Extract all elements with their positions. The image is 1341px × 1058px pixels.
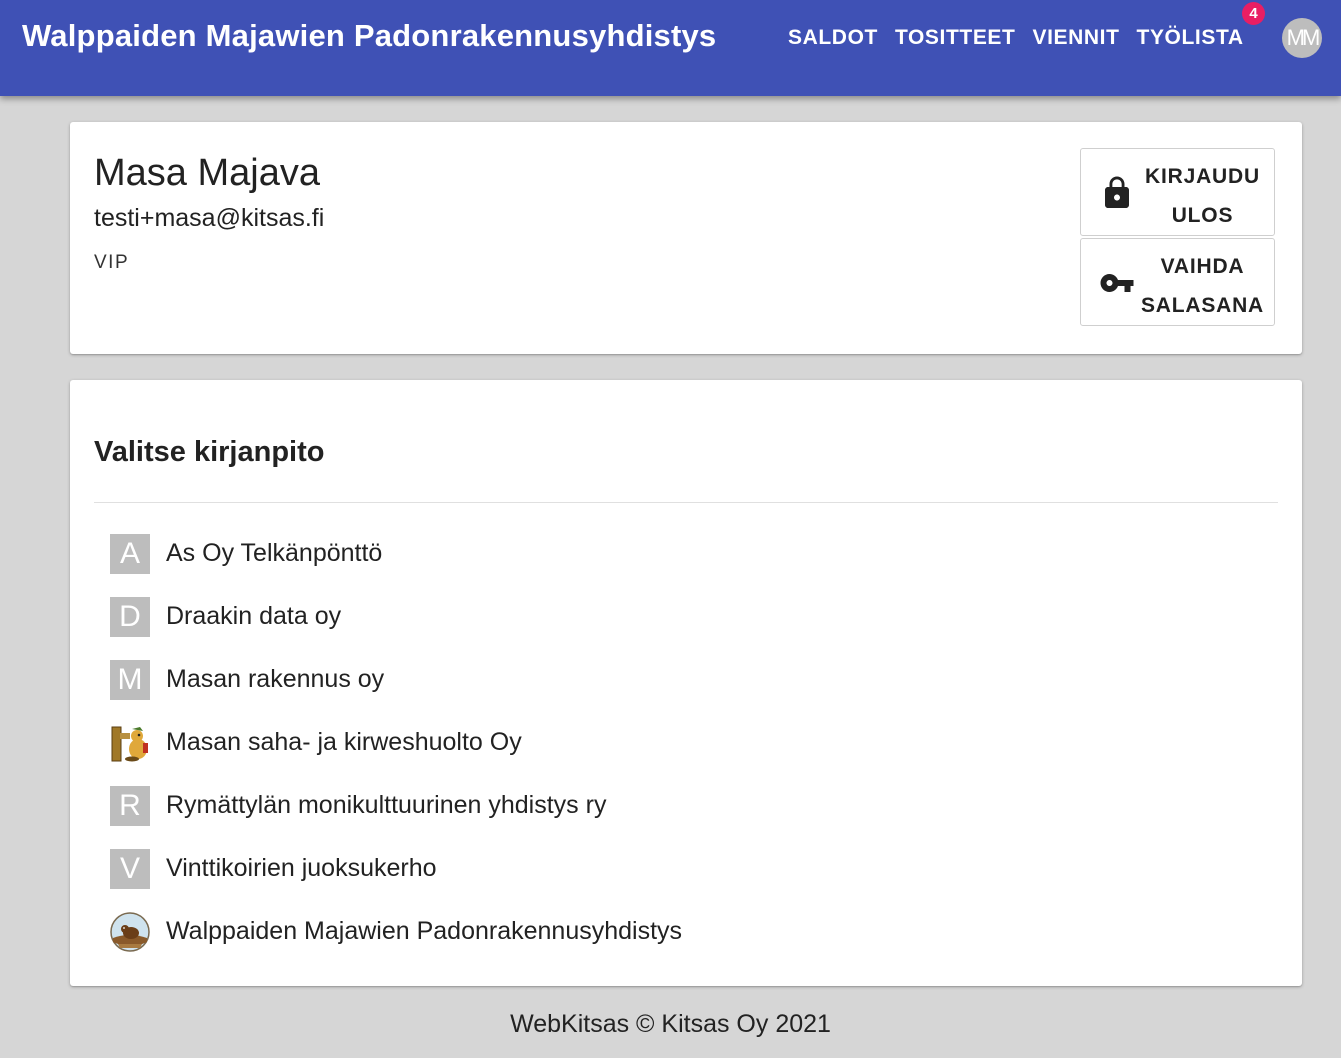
list-item-label: Draakin data oy: [166, 602, 342, 630]
lock-icon: [1105, 176, 1129, 208]
letter-avatar-icon: D: [110, 596, 150, 637]
change-password-button[interactable]: VAIHDA SALASANA: [1080, 238, 1275, 326]
round-beaver-logo-icon: [110, 911, 150, 952]
nav-tositteet[interactable]: TOSITTEET: [895, 26, 1016, 50]
list-item-label: Walppaiden Majawien Padonrakennusyhdisty…: [166, 917, 683, 945]
top-app-bar: Walppaiden Majawien Padonrakennusyhdisty…: [0, 0, 1341, 96]
nav-saldot[interactable]: SALDOT: [788, 26, 878, 50]
bookkeeping-card: Valitse kirjanpito A As Oy Telkänpönttö …: [70, 380, 1302, 986]
letter-avatar-icon: V: [110, 848, 150, 889]
list-item-label: Rymättylän monikulttuurinen yhdistys ry: [166, 791, 607, 819]
letter-avatar-icon: M: [110, 659, 150, 700]
list-item[interactable]: Masan saha- ja kirweshuolto Oy: [110, 711, 682, 774]
app-title: Walppaiden Majawien Padonrakennusyhdisty…: [22, 18, 717, 53]
user-email: testi+masa@kitsas.fi: [94, 204, 325, 232]
list-item-label: As Oy Telkänpönttö: [166, 539, 383, 567]
logout-label: KIRJAUDU ULOS: [1145, 165, 1260, 227]
list-item[interactable]: M Masan rakennus oy: [110, 648, 682, 711]
user-role: VIP: [94, 252, 130, 273]
list-item[interactable]: R Rymättylän monikulttuurinen yhdistys r…: [110, 774, 682, 837]
list-item-label: Vinttikoirien juoksukerho: [166, 854, 437, 882]
bookkeeping-title: Valitse kirjanpito: [94, 436, 325, 468]
divider: [94, 502, 1278, 503]
beaver-logo-icon: [110, 723, 150, 763]
list-item-label: Masan saha- ja kirweshuolto Oy: [166, 728, 522, 756]
key-icon: [1100, 274, 1134, 292]
list-item[interactable]: Walppaiden Majawien Padonrakennusyhdisty…: [110, 900, 682, 963]
logout-button[interactable]: KIRJAUDU ULOS: [1080, 148, 1275, 236]
nav-viennit[interactable]: VIENNIT: [1032, 26, 1119, 50]
change-password-label: VAIHDA SALASANA: [1140, 255, 1265, 317]
list-item[interactable]: D Draakin data oy: [110, 585, 682, 648]
user-name: Masa Majava: [94, 152, 320, 194]
notification-badge: 4: [1242, 2, 1265, 25]
user-card: Masa Majava testi+masa@kitsas.fi VIP KIR…: [70, 122, 1302, 354]
letter-avatar-icon: A: [110, 533, 150, 574]
list-item[interactable]: V Vinttikoirien juoksukerho: [110, 837, 682, 900]
letter-avatar-icon: R: [110, 785, 150, 826]
list-item-label: Masan rakennus oy: [166, 665, 385, 693]
footer-text: WebKitsas © Kitsas Oy 2021: [510, 1010, 831, 1038]
list-item[interactable]: A As Oy Telkänpönttö: [110, 522, 682, 585]
bookkeeping-list: A As Oy Telkänpönttö D Draakin data oy M…: [110, 522, 682, 963]
nav-tyolista[interactable]: TYÖLISTA: [1137, 26, 1244, 50]
user-avatar[interactable]: MM: [1282, 18, 1322, 58]
main-nav: SALDOT TOSITTEET VIENNIT TYÖLISTA: [788, 26, 1261, 50]
